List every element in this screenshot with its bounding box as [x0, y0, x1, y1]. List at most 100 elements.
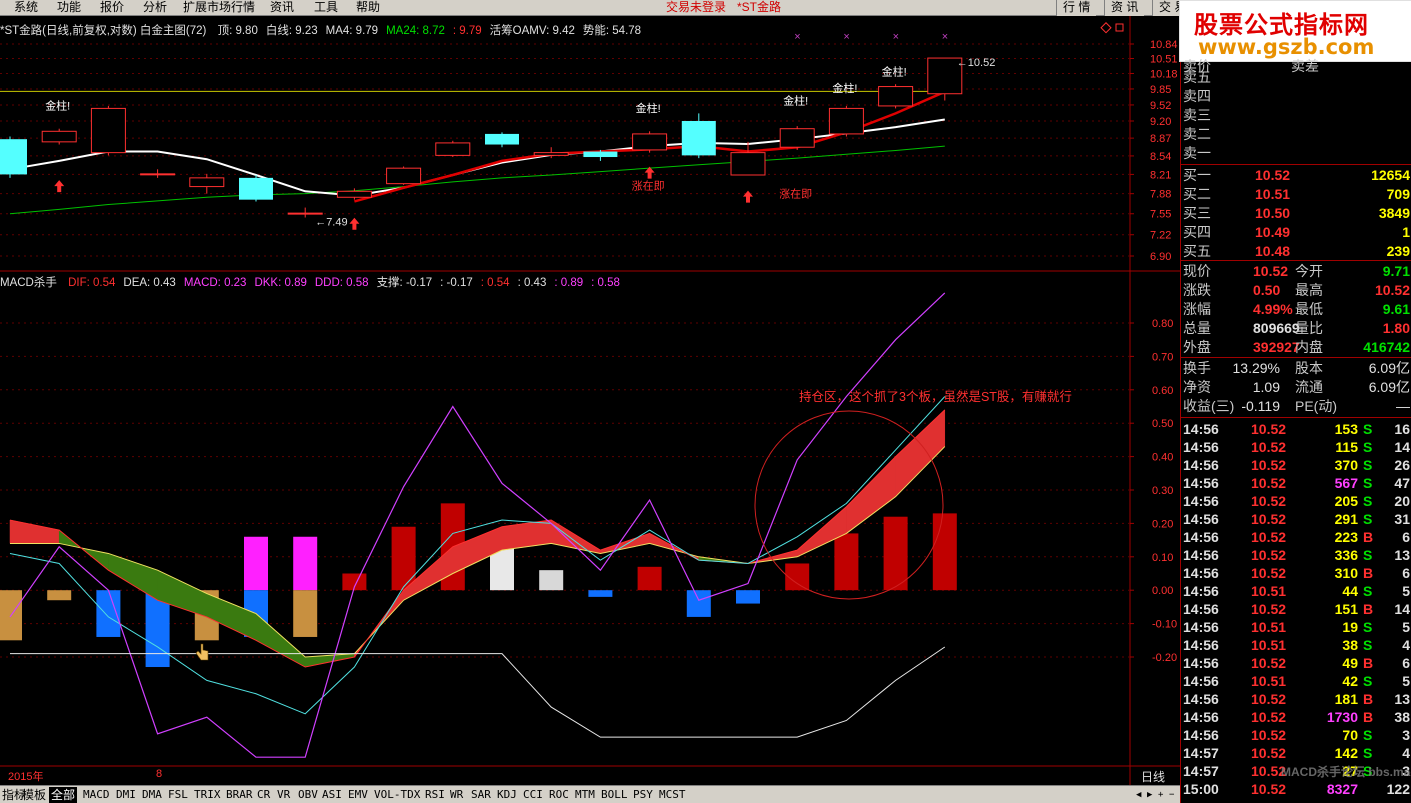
- tab-wr[interactable]: WR: [448, 787, 465, 803]
- menu-item-help[interactable]: 帮助: [356, 0, 380, 16]
- menu-item-extended-market[interactable]: 扩展市场行情: [183, 0, 255, 16]
- menu-item-analysis[interactable]: 分析: [143, 0, 167, 16]
- tick-side: B: [1363, 529, 1374, 545]
- tab-sar[interactable]: SAR: [469, 787, 493, 803]
- tab-cci[interactable]: CCI: [521, 787, 545, 803]
- dif-dea-ribbon: [9, 519, 60, 544]
- tick-volume: 8327: [1326, 781, 1358, 797]
- tick-side: S: [1363, 511, 1373, 527]
- buy-level-label: 买一: [1183, 167, 1211, 183]
- tab-macd[interactable]: MACD: [81, 787, 112, 803]
- zoom-in-icon[interactable]: +: [1156, 787, 1165, 803]
- tab-psy[interactable]: PSY: [631, 787, 655, 803]
- tab-roc[interactable]: ROC: [547, 787, 571, 803]
- tick-side: S: [1363, 745, 1373, 761]
- tab-boll[interactable]: BOLL: [599, 787, 630, 803]
- indicator-tick-label: 0.50: [1152, 418, 1173, 430]
- rise-soon-label: 涨在即: [779, 187, 812, 200]
- candle-body: [336, 190, 372, 198]
- indicator-tick-label: 0.00: [1152, 585, 1173, 597]
- gold-bar-label: 金柱!: [832, 81, 857, 95]
- stat-label: 今开: [1295, 263, 1323, 279]
- tick-time: 14:56: [1183, 493, 1219, 509]
- tick-count: 16: [1394, 421, 1410, 437]
- tab-fsl[interactable]: FSL: [166, 787, 190, 803]
- menu-item-news[interactable]: 资讯: [270, 0, 294, 16]
- buy-level-row: 买二 10.51 709: [1181, 185, 1411, 203]
- menu-item-tools[interactable]: 工具: [314, 0, 338, 16]
- dif-dea-ribbon: [501, 519, 552, 551]
- scroll-right-icon[interactable]: ▶: [1145, 787, 1154, 803]
- tab-emv[interactable]: EMV: [346, 787, 370, 803]
- tick-count: 3: [1402, 727, 1410, 743]
- tab-dma[interactable]: DMA: [140, 787, 164, 803]
- price-tick-label: 8.54: [1150, 151, 1171, 163]
- tick-volume: 205: [1334, 493, 1358, 509]
- buy-level-row: 买一 10.52 12654: [1181, 166, 1411, 184]
- menu-item-function[interactable]: 功能: [57, 0, 81, 16]
- price-tick-label: 8.87: [1150, 133, 1171, 145]
- tab-dmi[interactable]: DMI: [114, 787, 138, 803]
- tick-side: S: [1363, 493, 1373, 509]
- tab-trix[interactable]: TRIX: [192, 787, 223, 803]
- buy-level-price: 10.49: [1255, 224, 1291, 240]
- date-month: 8: [156, 768, 163, 780]
- candle-body: [140, 173, 176, 176]
- sell-level-row: 卖二: [1181, 125, 1411, 143]
- sell-level-label: 卖三: [1183, 107, 1211, 123]
- dkk-line: [9, 292, 946, 758]
- scroll-left-icon[interactable]: ◀: [1134, 787, 1143, 803]
- macd-bar-neg: [293, 590, 318, 637]
- tick-count: 47: [1394, 475, 1410, 491]
- tab-全部[interactable]: 全部: [49, 787, 78, 803]
- fund-label: 流通: [1295, 379, 1323, 395]
- tick-count: 20: [1394, 493, 1410, 509]
- tick-side: S: [1363, 727, 1373, 743]
- tick-count: 31: [1394, 511, 1410, 527]
- quote-button[interactable]: 行 情: [1056, 0, 1097, 16]
- news-button[interactable]: 资 讯: [1104, 0, 1145, 16]
- stock-tag: *ST金路: [737, 0, 782, 14]
- stat-label: 最高: [1295, 282, 1323, 298]
- tab-kdj[interactable]: KDJ: [495, 787, 519, 803]
- tick-price: 10.52: [1251, 781, 1287, 797]
- fund-label: 股本: [1295, 360, 1323, 376]
- tab-模板[interactable]: 模板: [20, 787, 48, 803]
- signal-marker: ×: [893, 31, 899, 43]
- tab-rsi[interactable]: RSI: [423, 787, 447, 803]
- tick-price: 10.52: [1251, 745, 1287, 761]
- tab-vr[interactable]: VR: [275, 787, 292, 803]
- tab-cr[interactable]: CR: [255, 787, 272, 803]
- tab-mtm[interactable]: MTM: [573, 787, 597, 803]
- tab-vol-tdx[interactable]: VOL-TDX: [372, 787, 422, 803]
- period-label[interactable]: 日线: [1141, 768, 1165, 785]
- tab-obv[interactable]: OBV: [296, 787, 320, 803]
- tab-asi[interactable]: ASI: [320, 787, 344, 803]
- tick-count: 4: [1402, 637, 1410, 653]
- tab-mcst[interactable]: MCST: [657, 787, 688, 803]
- candle-body: [485, 133, 519, 145]
- indicator-tick-label: 0.70: [1152, 351, 1173, 363]
- tick-volume: 49: [1342, 655, 1358, 671]
- tab-brar[interactable]: BRAR: [224, 787, 255, 803]
- buy-level-row: 买五 10.48 239: [1181, 242, 1411, 260]
- candle-body: [681, 120, 716, 156]
- menu-item-system[interactable]: 系统: [14, 0, 38, 16]
- price-header-value-5: 活筹OAMV: 9.42: [489, 25, 575, 37]
- chart-area[interactable]: 10.84 10.51 10.18 9.85 9.52 9.20 8.87 8.54 8.21 7…: [0, 16, 1180, 785]
- tick-row: 14:57 10.52 142 S 4: [1181, 744, 1411, 762]
- stat-row: 涨幅 4.99% 最低 9.61: [1181, 300, 1411, 318]
- tick-volume: 153: [1334, 421, 1358, 437]
- buy-level-row: 买四 10.49 1: [1181, 223, 1411, 241]
- stat-label: 量比: [1295, 320, 1323, 336]
- panel-divider: [1181, 357, 1411, 358]
- tick-side: S: [1363, 421, 1373, 437]
- zoom-out-icon[interactable]: −: [1167, 787, 1176, 803]
- price-tick-label: 10.51: [1150, 54, 1178, 66]
- candle-body: [41, 130, 77, 143]
- tick-price: 10.52: [1251, 475, 1287, 491]
- menu-item-quote[interactable]: 报价: [100, 0, 124, 16]
- signal-marker: ×: [843, 31, 849, 43]
- login-status[interactable]: 交易未登录: [666, 0, 726, 16]
- tick-row: 14:56 10.51 42 S 5: [1181, 672, 1411, 690]
